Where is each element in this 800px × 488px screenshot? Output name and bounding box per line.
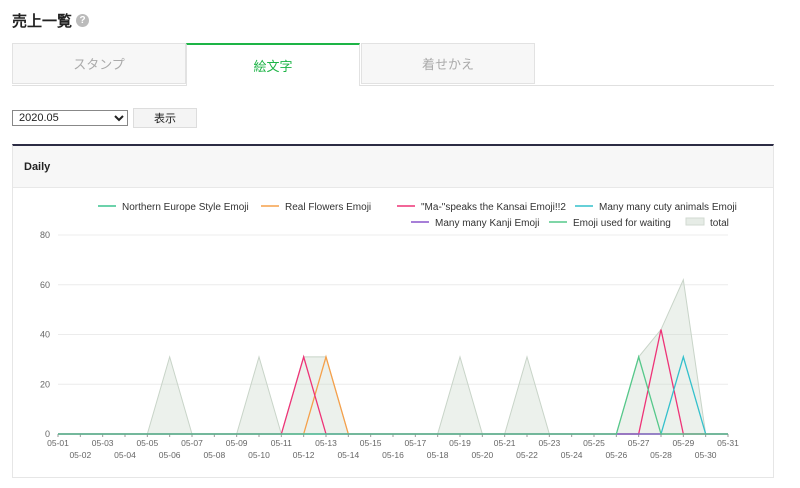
- legend-label: Emoji used for waiting: [573, 218, 671, 229]
- x-tick-label: 05-22: [516, 450, 538, 460]
- legend-label: Northern Europe Style Emoji: [122, 202, 249, 213]
- x-tick-label: 05-10: [248, 450, 270, 460]
- x-tick-label: 05-31: [717, 438, 739, 448]
- daily-panel: Daily 0 20 40 60 80 05-01 05-02 05-03 05-04 05-05…: [12, 144, 774, 478]
- x-tick-label: 05-15: [360, 438, 382, 448]
- page-title: 売上一覧 ?: [12, 10, 90, 31]
- show-button[interactable]: 表示: [133, 108, 197, 128]
- x-tick-label: 05-07: [181, 438, 203, 448]
- tab-bar: スタンプ 絵文字 着せかえ: [12, 43, 774, 86]
- period-select[interactable]: 2020.05: [12, 110, 128, 126]
- legend-label: Many many cuty animals Emoji: [599, 202, 737, 213]
- x-tick-label: 05-24: [561, 450, 583, 460]
- page-title-text: 売上一覧: [12, 13, 73, 30]
- x-tick-label: 05-26: [605, 450, 627, 460]
- x-tick-label: 05-11: [271, 438, 292, 448]
- x-tick-label: 05-04: [114, 450, 136, 460]
- x-tick-label: 05-16: [382, 450, 404, 460]
- y-tick-label: 20: [40, 379, 50, 389]
- x-tick-label: 05-01: [47, 438, 69, 448]
- x-tick-label: 05-12: [293, 450, 315, 460]
- tab-emoji[interactable]: 絵文字: [186, 43, 360, 86]
- x-tick-label: 05-25: [583, 438, 605, 448]
- x-tick-label: 05-20: [471, 450, 493, 460]
- y-tick-label: 60: [40, 280, 50, 290]
- legend-label: total: [710, 218, 729, 229]
- series-total-area: [58, 278, 728, 436]
- x-tick-label: 05-03: [92, 438, 114, 448]
- x-tick-label: 05-09: [226, 438, 248, 448]
- y-tick-label: 40: [40, 330, 50, 340]
- x-tick-label: 05-19: [449, 438, 471, 448]
- question-circle-icon[interactable]: ?: [76, 14, 90, 27]
- legend-label: Real Flowers Emoji: [285, 202, 371, 213]
- x-tick-label: 05-13: [315, 438, 337, 448]
- x-tick-label: 05-28: [650, 450, 672, 460]
- x-tick-label: 05-02: [69, 450, 91, 460]
- legend-label: "Ma-"speaks the Kansai Emoji!!2: [421, 202, 566, 213]
- x-tick-label: 05-05: [136, 438, 158, 448]
- x-tick-label: 05-14: [337, 450, 359, 460]
- tab-themes[interactable]: 着せかえ: [361, 43, 535, 84]
- x-tick-label: 05-23: [538, 438, 560, 448]
- x-tick-label: 05-17: [404, 438, 426, 448]
- legend-label: Many many Kanji Emoji: [435, 218, 539, 229]
- legend-swatch: [685, 217, 705, 226]
- x-tick-label: 05-08: [203, 450, 225, 460]
- x-tick-label: 05-06: [159, 450, 181, 460]
- daily-chart: 02040608005-0105-0205-0305-0405-0505-060…: [40, 202, 739, 460]
- x-tick-label: 05-30: [695, 450, 717, 460]
- tab-stamps[interactable]: スタンプ: [12, 43, 186, 84]
- y-tick-label: 80: [40, 230, 50, 240]
- x-tick-label: 05-21: [494, 438, 516, 448]
- x-tick-label: 05-29: [672, 438, 694, 448]
- x-tick-label: 05-18: [427, 450, 449, 460]
- x-tick-label: 05-27: [628, 438, 650, 448]
